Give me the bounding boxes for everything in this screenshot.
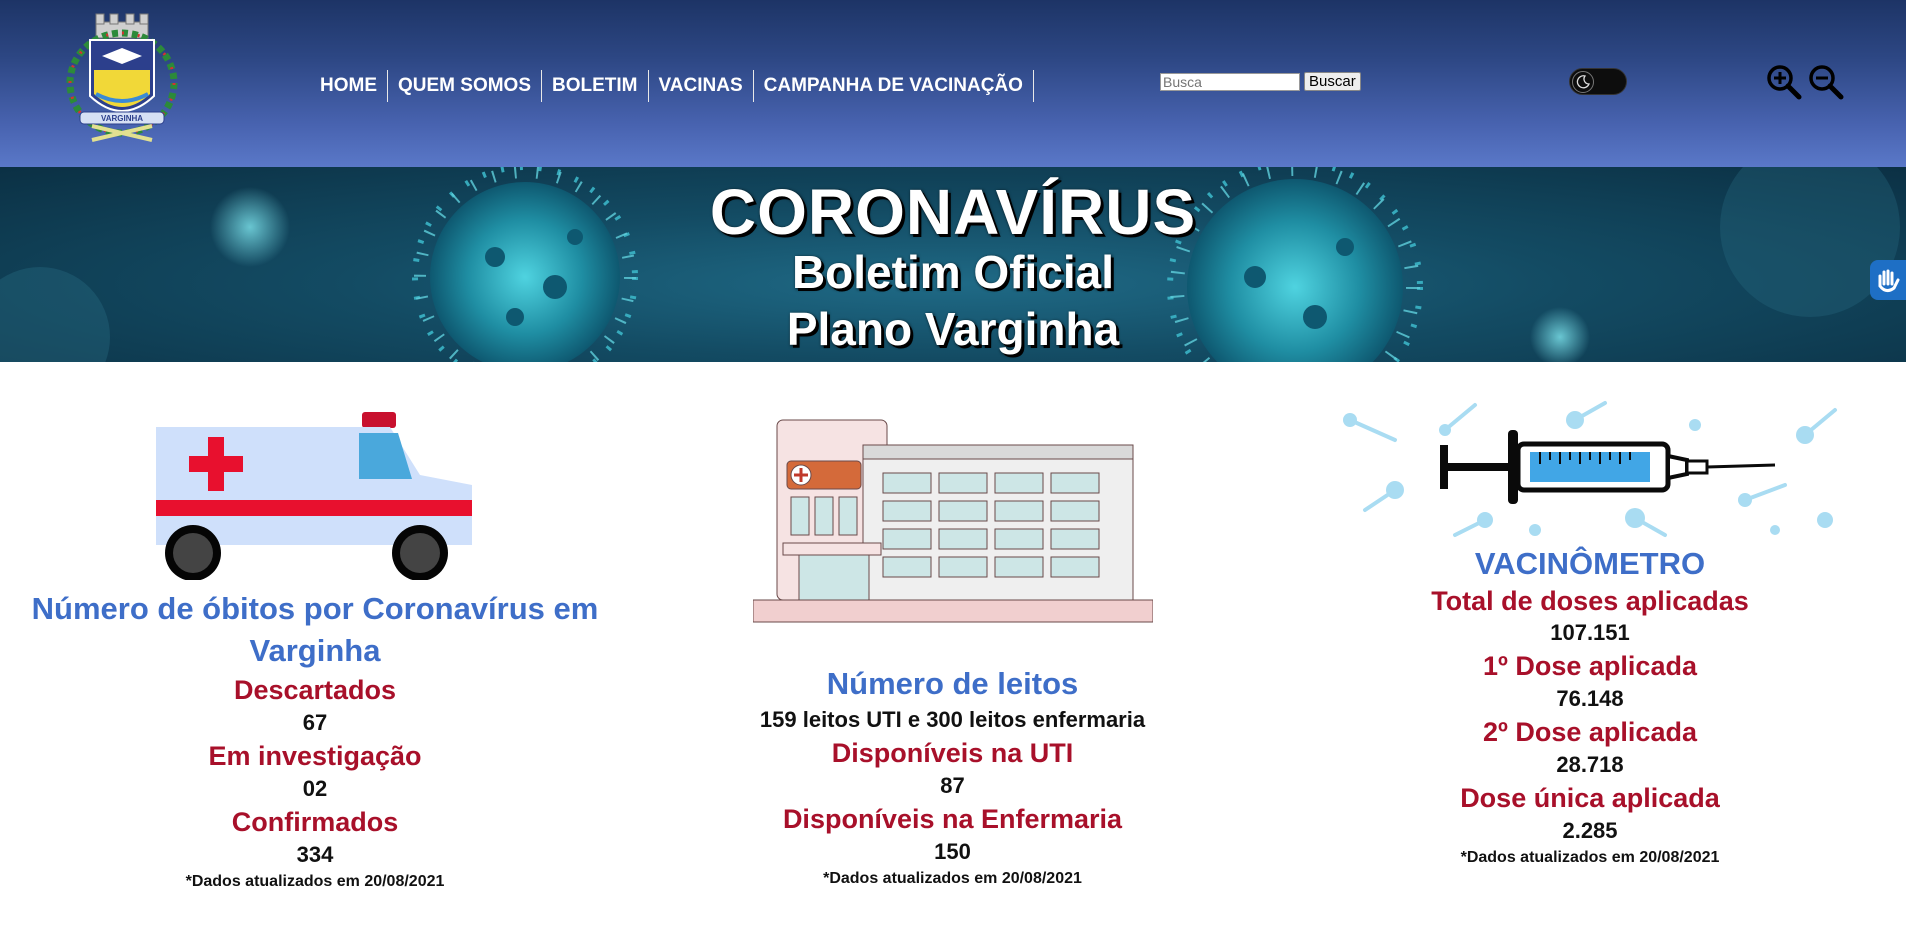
search-input[interactable] [1160,72,1300,91]
first-dose-value: 76.148 [1556,686,1624,711]
obitos-panel: Número de óbitos por Coronavírus em Varg… [30,405,600,894]
leitos-summary: 159 leitos UTI e 300 leitos enfermaria [759,707,1146,732]
total-doses-label: Total de doses aplicadas [1431,586,1749,616]
coronavirus-banner: CORONAVÍRUS Boletim Oficial Plano Vargin… [0,167,1906,362]
nav-home[interactable]: HOME [310,70,388,102]
nav-boletim[interactable]: BOLETIM [542,70,649,102]
vacinometro-title: VACINÔMETRO [1474,546,1706,581]
banner-title: CORONAVÍRUS [709,176,1197,248]
main-navigation: HOME QUEM SOMOS BOLETIM VACINAS CAMPANHA… [310,70,1034,102]
enfermaria-label: Disponíveis na Enfermaria [782,804,1123,834]
search-form: Buscar [1160,72,1361,91]
discarded-value: 67 [302,710,328,735]
confirmed-value: 334 [296,842,334,867]
nav-campanha-vacinacao[interactable]: CAMPANHA DE VACINAÇÃO [754,70,1034,102]
leitos-title: Número de leitos [826,666,1079,701]
leitos-panel: Número de leitos 159 leitos UTI e 300 le… [700,415,1205,891]
city-coat-of-arms-logo[interactable]: VARGINHA [62,8,182,153]
moon-icon [1572,71,1594,93]
nav-quem-somos[interactable]: QUEM SOMOS [388,70,543,102]
first-dose-label: 1º Dose aplicada [1483,651,1697,681]
vacinometro-update-note: *Dados atualizados em 20/08/2021 [1460,849,1720,866]
uti-label: Disponíveis na UTI [831,738,1074,768]
search-button[interactable]: Buscar [1304,72,1361,91]
vacinometro-panel: VACINÔMETRO Total de doses aplicadas 107… [1310,400,1870,870]
total-doses-value: 107.151 [1550,620,1630,645]
nav-vacinas[interactable]: VACINAS [649,70,754,102]
hospital-icon [752,419,1153,623]
site-header: VARGINHA HOME QUEM SOMOS BOLETIM VACINAS… [0,0,1906,167]
sign-language-accessibility-button[interactable] [1870,260,1906,300]
enfermaria-value: 150 [934,839,971,864]
confirmed-label: Confirmados [231,807,399,837]
zoom-out-icon[interactable] [1808,64,1844,100]
discarded-label: Descartados [233,675,397,705]
single-dose-label: Dose única aplicada [1460,783,1720,813]
second-dose-value: 28.718 [1556,752,1624,777]
svg-text:VARGINHA: VARGINHA [101,114,143,123]
single-dose-value: 2.285 [1562,818,1618,843]
ambulance-icon [156,412,472,580]
second-dose-label: 2º Dose aplicada [1483,717,1697,747]
uti-value: 87 [940,773,965,798]
banner-subtitle-plan: Plano Varginha [786,303,1120,355]
dark-mode-toggle[interactable] [1569,68,1627,95]
syringe-icon [1343,401,1837,537]
banner-subtitle: Boletim Oficial [791,246,1115,298]
investigation-value: 02 [302,776,328,801]
leitos-update-note: *Dados atualizados em 20/08/2021 [823,870,1082,887]
investigation-label: Em investigação [208,741,422,771]
zoom-in-icon[interactable] [1766,64,1802,100]
obitos-title: Número de óbitos por Coronavírus em Varg… [31,591,599,668]
obitos-update-note: *Dados atualizados em 20/08/2021 [185,873,445,890]
hand-icon [1878,269,1900,293]
